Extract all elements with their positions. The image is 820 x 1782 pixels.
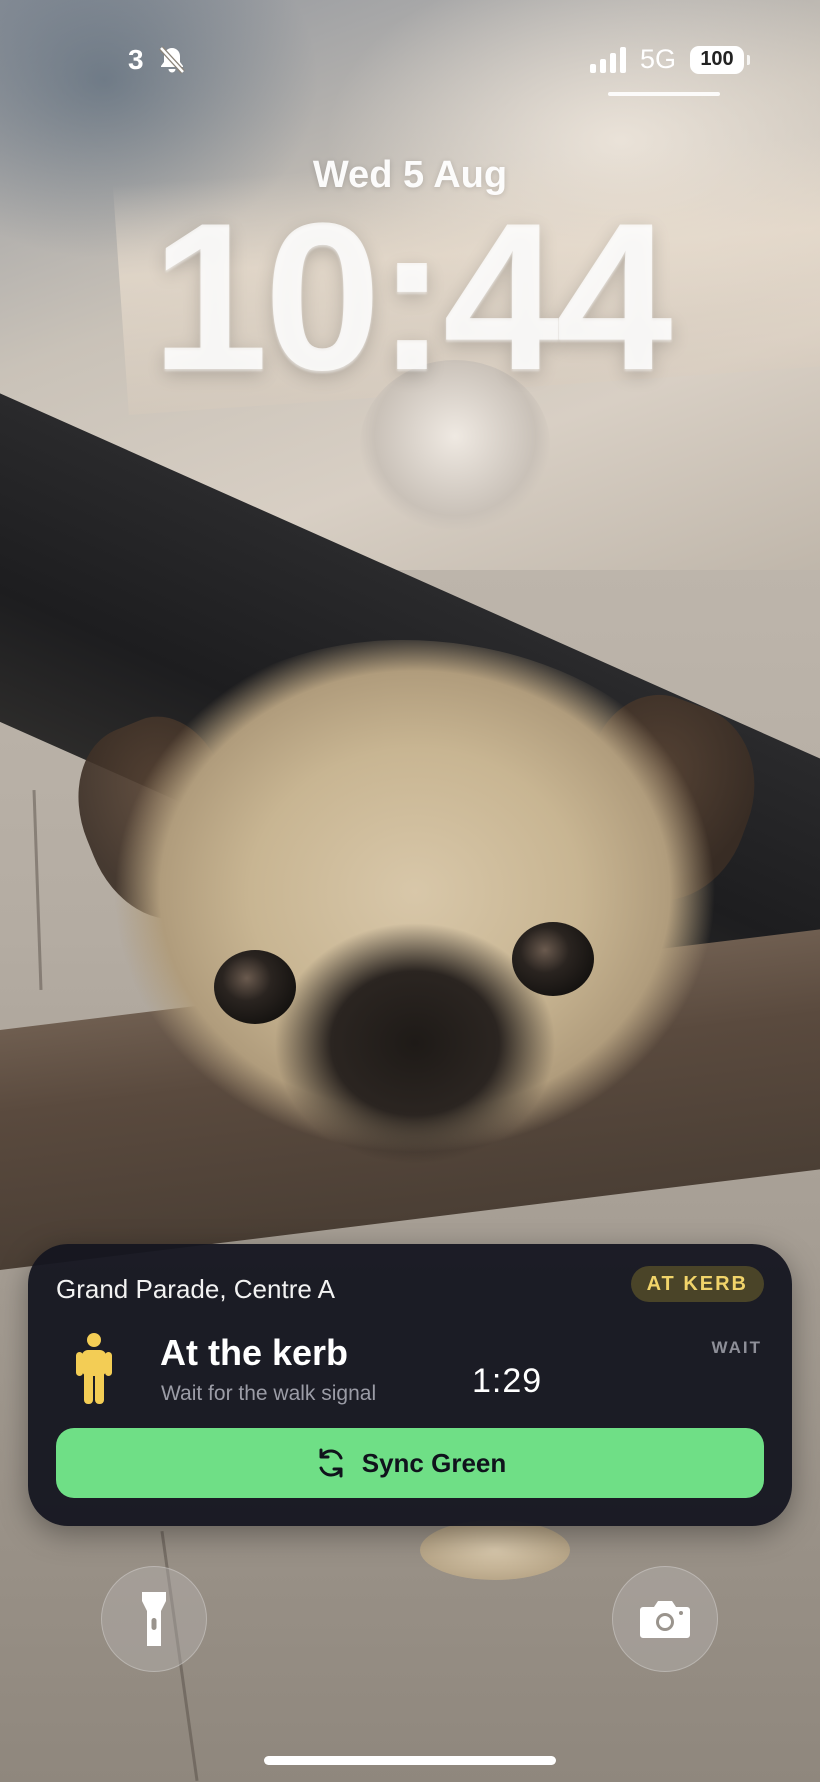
wallpaper-pug (95, 640, 735, 1200)
crossing-location: Grand Parade, Centre A (56, 1274, 335, 1304)
battery-level: 100 (700, 48, 734, 70)
wallpaper-pug-eye (512, 922, 594, 996)
sync-green-button[interactable]: Sync Green (56, 1428, 764, 1498)
flashlight-button[interactable] (101, 1566, 207, 1672)
status-badge-label: AT KERB (646, 1272, 748, 1295)
cellular-signal-icon (589, 46, 626, 73)
crossing-instruction: Wait for the walk signal (161, 1382, 377, 1405)
status-bar: 3 5G 100 (0, 0, 820, 110)
battery-icon: 100 (690, 45, 750, 74)
network-type: 5G (639, 44, 676, 74)
camera-button[interactable] (612, 1566, 718, 1672)
wallpaper-pug-paw (420, 1520, 570, 1580)
home-indicator[interactable] (264, 1756, 556, 1765)
countdown-timer: 1:29 (472, 1362, 543, 1400)
status-badge: AT KERB (630, 1266, 764, 1302)
camera-icon (640, 1601, 690, 1638)
sync-green-label: Sync Green (361, 1447, 507, 1478)
bell-slash-icon (158, 46, 185, 74)
sync-icon (319, 1448, 343, 1478)
signal-state-label: WAIT (711, 1338, 762, 1357)
crossing-headline: At the kerb (160, 1332, 349, 1373)
flashlight-icon (142, 1592, 166, 1646)
lock-time: 10:44 (151, 179, 672, 414)
notification-count: 3 (128, 44, 144, 75)
status-left: 3 (128, 44, 188, 76)
live-activity-card[interactable]: Grand Parade, Centre A AT KERB At the ke… (28, 1244, 792, 1526)
pedestrian-icon (76, 1333, 112, 1404)
wallpaper-pug-eye (214, 950, 296, 1024)
status-bar-indicator (608, 92, 720, 96)
status-right: 5G 100 (589, 44, 750, 75)
